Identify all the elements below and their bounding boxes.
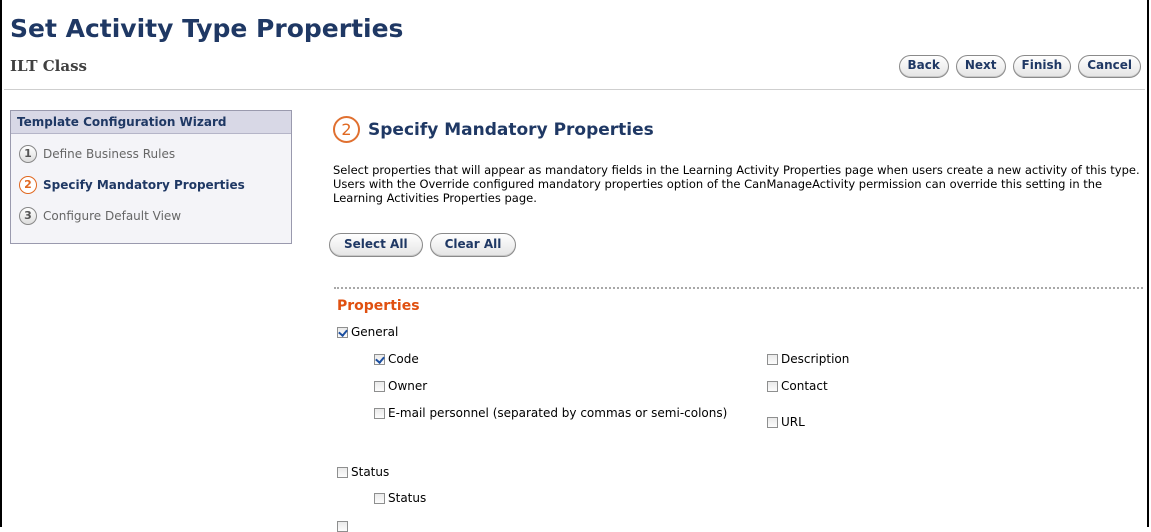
code-label: Code — [388, 352, 419, 366]
wizard-step-label: Specify Mandatory Properties — [43, 177, 245, 192]
header-divider — [4, 89, 1145, 90]
email-personnel-label: E-mail personnel (separated by commas or… — [388, 406, 728, 420]
url-checkbox[interactable] — [767, 417, 778, 428]
step-heading: 2 Specify Mandatory Properties — [333, 116, 654, 143]
select-all-button[interactable]: Select All — [329, 233, 423, 257]
selection-buttons: Select All Clear All — [329, 233, 517, 257]
wizard-step-label: Configure Default View — [43, 208, 182, 223]
owner-checkbox-row[interactable]: Owner — [374, 379, 427, 393]
description-checkbox-row[interactable]: Description — [767, 352, 849, 366]
description-label: Description — [781, 352, 850, 366]
properties-section-title: Properties — [337, 298, 420, 314]
owner-checkbox[interactable] — [374, 381, 385, 392]
page-frame: Set Activity Type Properties ILT Class B… — [0, 0, 1149, 532]
finish-button[interactable]: Finish — [1012, 55, 1072, 78]
step-number-icon: 2 — [333, 116, 360, 143]
step-number-icon: 3 — [19, 206, 37, 225]
status-checkbox-row[interactable]: Status — [374, 491, 426, 505]
general-checkbox[interactable] — [337, 327, 348, 338]
contact-label: Contact — [781, 379, 828, 393]
status-group-label: Status — [351, 465, 390, 479]
owner-label: Owner — [388, 379, 428, 393]
url-label: URL — [781, 415, 805, 429]
page-subtitle: ILT Class — [10, 57, 87, 75]
next-button[interactable]: Next — [955, 55, 1006, 78]
email-personnel-checkbox-row[interactable]: E-mail personnel (separated by commas or… — [374, 406, 738, 421]
step-title: Specify Mandatory Properties — [368, 119, 654, 140]
wizard-step-label: Define Business Rules — [43, 146, 176, 161]
url-checkbox-row[interactable]: URL — [767, 415, 805, 429]
wizard-step-specify-mandatory-properties[interactable]: 2 Specify Mandatory Properties — [11, 169, 291, 200]
contact-checkbox-row[interactable]: Contact — [767, 379, 828, 393]
step-description: Select properties that will appear as ma… — [333, 163, 1140, 205]
description-checkbox[interactable] — [767, 354, 778, 365]
general-label: General — [351, 325, 399, 339]
next-group-checkbox-row[interactable] — [337, 519, 351, 532]
contact-checkbox[interactable] — [767, 381, 778, 392]
email-personnel-checkbox[interactable] — [374, 408, 385, 419]
code-checkbox[interactable] — [374, 354, 385, 365]
wizard-step-define-business-rules[interactable]: 1 Define Business Rules — [11, 138, 291, 169]
wizard-panel: Template Configuration Wizard 1 Define B… — [10, 110, 292, 244]
general-checkbox-row[interactable]: General — [337, 325, 398, 339]
status-group-checkbox[interactable] — [337, 467, 348, 478]
wizard-step-configure-default-view[interactable]: 3 Configure Default View — [11, 200, 291, 231]
wizard-panel-title: Template Configuration Wizard — [11, 111, 291, 134]
cancel-button[interactable]: Cancel — [1078, 55, 1141, 78]
status-checkbox[interactable] — [374, 493, 385, 504]
step-number-icon: 2 — [19, 175, 37, 194]
wizard-nav-buttons: Back Next Finish Cancel — [898, 55, 1141, 78]
back-button[interactable]: Back — [898, 55, 949, 78]
status-group-checkbox-row[interactable]: Status — [337, 465, 389, 479]
section-divider — [334, 287, 1143, 289]
step-number-icon: 1 — [19, 144, 37, 163]
status-label: Status — [388, 491, 427, 505]
code-checkbox-row[interactable]: Code — [374, 352, 419, 366]
clear-all-button[interactable]: Clear All — [429, 233, 517, 257]
page-title: Set Activity Type Properties — [10, 14, 404, 43]
